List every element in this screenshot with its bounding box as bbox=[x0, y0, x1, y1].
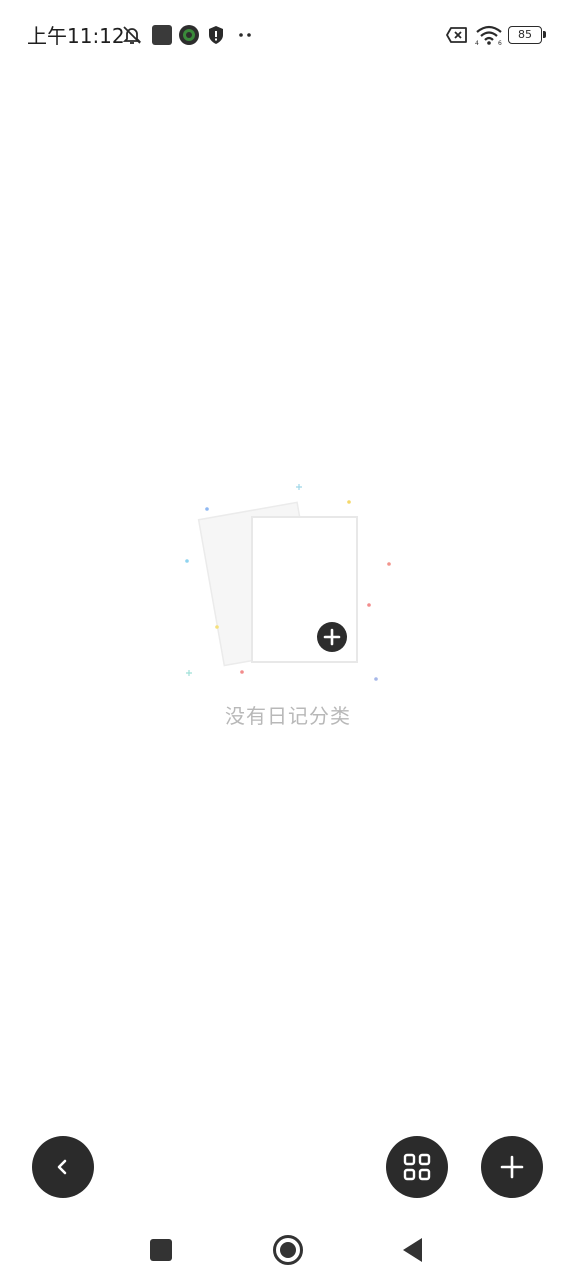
navigation-bar bbox=[0, 1210, 576, 1280]
app-square-icon bbox=[152, 25, 172, 45]
back-triangle-icon bbox=[403, 1238, 422, 1262]
home-button[interactable] bbox=[268, 1230, 308, 1270]
battery-icon: 85 bbox=[508, 26, 546, 44]
grid-view-button[interactable] bbox=[386, 1136, 448, 1198]
wifi-icon: 4 6 bbox=[475, 25, 502, 46]
shield-icon bbox=[209, 26, 223, 44]
back-button[interactable] bbox=[32, 1136, 94, 1198]
plus-icon bbox=[500, 1155, 524, 1179]
status-bar: 上午11:12 4 6 85 bbox=[0, 0, 576, 72]
system-back-button[interactable] bbox=[393, 1230, 433, 1270]
add-category-button[interactable] bbox=[481, 1136, 543, 1198]
home-circle-icon bbox=[273, 1235, 303, 1265]
app-round-icon bbox=[179, 25, 199, 45]
svg-text:6: 6 bbox=[498, 40, 502, 46]
empty-message: 没有日记分类 bbox=[225, 704, 351, 728]
recents-square-icon bbox=[150, 1239, 172, 1261]
chevron-left-icon bbox=[57, 1159, 67, 1175]
battery-level: 85 bbox=[518, 28, 532, 41]
empty-cards-add-icon bbox=[185, 484, 391, 681]
recents-button[interactable] bbox=[141, 1230, 181, 1270]
mute-icon bbox=[122, 26, 142, 44]
svg-text:4: 4 bbox=[475, 40, 479, 46]
status-time: 上午11:12 bbox=[27, 24, 125, 48]
more-dots-icon bbox=[239, 33, 251, 37]
sim-x-icon bbox=[446, 27, 467, 43]
grid-icon bbox=[403, 1153, 431, 1181]
